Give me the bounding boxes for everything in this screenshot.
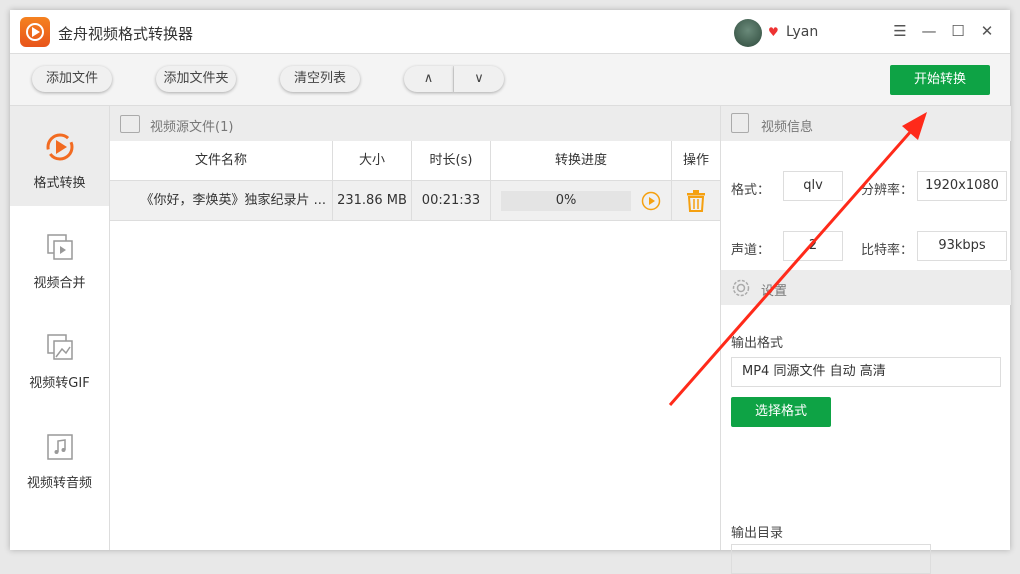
- annotation-arrow: [668, 112, 927, 406]
- output-dir-field[interactable]: [731, 544, 931, 574]
